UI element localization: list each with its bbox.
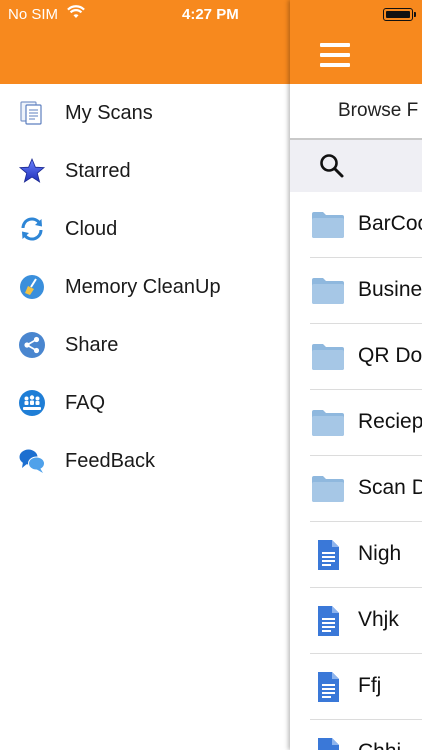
menu-item-cloud[interactable]: Cloud <box>0 200 290 258</box>
menu-item-label: Share <box>65 333 119 356</box>
document-icon <box>311 606 345 636</box>
scans-document-icon <box>18 99 46 127</box>
hamburger-menu-icon[interactable] <box>320 43 350 67</box>
carrier-label: No SIM <box>8 6 59 23</box>
battery-icon <box>383 8 416 21</box>
share-icon <box>18 331 46 359</box>
search-icon <box>318 152 346 185</box>
document-row[interactable]: Ffj <box>290 654 422 720</box>
file-name: Vhjk <box>358 608 399 631</box>
document-row[interactable]: Nigh <box>290 522 422 588</box>
status-bar: No SIM 4:27 PM <box>0 0 422 30</box>
star-icon <box>18 157 46 185</box>
folder-row[interactable]: QR Do <box>290 324 422 390</box>
folder-row[interactable]: Reciep <box>290 390 422 456</box>
menu-item-label: Starred <box>65 159 131 182</box>
menu-item-share[interactable]: Share <box>0 316 290 374</box>
menu-item-label: FAQ <box>65 391 106 414</box>
folder-icon <box>311 210 345 240</box>
file-name: Ffj <box>358 674 382 697</box>
folder-row[interactable]: Scan D <box>290 456 422 522</box>
browse-files-button[interactable]: Browse F <box>338 100 418 122</box>
file-name: Reciep <box>358 410 422 433</box>
document-icon <box>311 540 345 570</box>
about-us-icon <box>18 389 46 417</box>
main-panel: Browse F BarCoo Busine QR D <box>290 0 422 750</box>
folder-icon <box>311 408 345 438</box>
search-input[interactable] <box>354 150 422 182</box>
menu-item-my-scans[interactable]: My Scans <box>0 84 290 142</box>
document-row[interactable]: Chhj <box>290 720 422 750</box>
menu-item-label: FeedBack <box>65 449 156 472</box>
file-name: Chhj <box>358 740 401 750</box>
document-icon <box>311 738 345 750</box>
menu-item-feedback[interactable]: FeedBack <box>0 432 290 490</box>
side-menu: My Scans Starred Cloud Memory CleanUp Sh… <box>0 0 290 750</box>
menu-item-faq[interactable]: FAQ <box>0 374 290 432</box>
document-row[interactable]: Vhjk <box>290 588 422 654</box>
wifi-icon <box>67 5 85 23</box>
file-name: QR Do <box>358 344 422 367</box>
menu-list: My Scans Starred Cloud Memory CleanUp Sh… <box>0 84 290 490</box>
menu-item-memory-cleanup[interactable]: Memory CleanUp <box>0 258 290 316</box>
folder-icon <box>311 342 345 372</box>
file-name: Scan D <box>358 476 422 499</box>
folder-row[interactable]: Busine <box>290 258 422 324</box>
broom-icon <box>18 273 46 301</box>
menu-item-label: Memory CleanUp <box>65 275 221 298</box>
file-name: Nigh <box>358 542 402 565</box>
file-name: Busine <box>358 278 422 301</box>
file-name: BarCoo <box>358 212 422 235</box>
browse-bar: Browse F <box>290 84 422 140</box>
menu-item-starred[interactable]: Starred <box>0 142 290 200</box>
menu-item-label: Cloud <box>65 217 118 240</box>
clock: 4:27 PM <box>182 6 239 23</box>
document-icon <box>311 672 345 702</box>
search-bar <box>290 140 422 192</box>
file-list: BarCoo Busine QR Do Reciep Scan D <box>290 192 422 750</box>
menu-item-label: My Scans <box>65 101 153 124</box>
folder-icon <box>311 276 345 306</box>
folder-row[interactable]: BarCoo <box>290 192 422 258</box>
chat-bubbles-icon <box>18 447 46 475</box>
folder-icon <box>311 474 345 504</box>
cloud-sync-icon <box>18 215 46 243</box>
